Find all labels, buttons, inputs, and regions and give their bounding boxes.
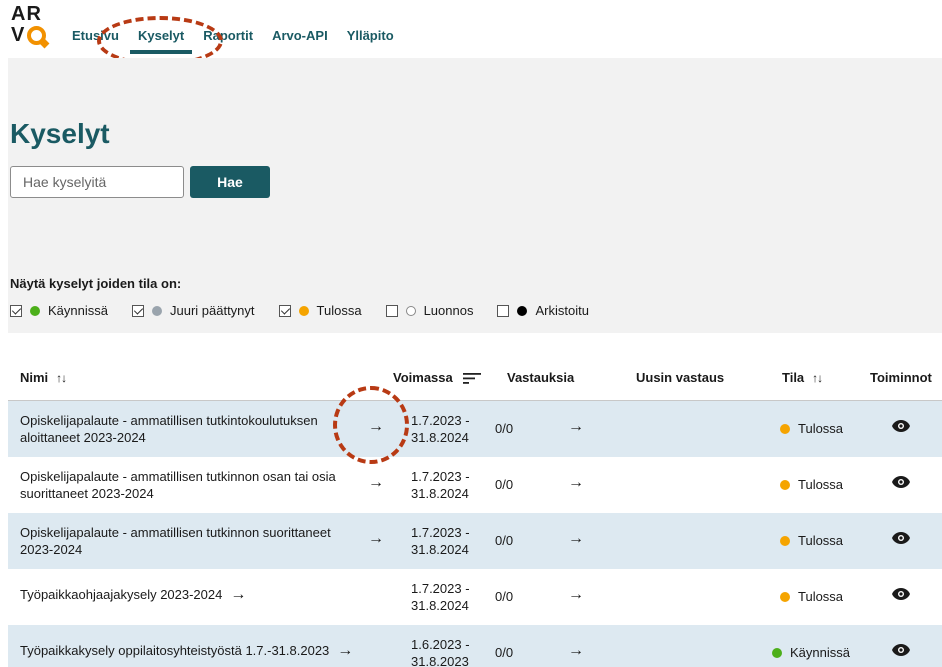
nav-etusivu[interactable]: Etusivu — [72, 28, 119, 43]
row-name-link[interactable]: Opiskelijapalaute - ammatillisen tutkinn… — [20, 468, 350, 502]
filter-label: Luonnos — [423, 303, 474, 318]
header-status-label: Tila — [782, 370, 805, 385]
table-row: Työpaikkaohjaajakysely 2023-2024 → 1.7.20… — [8, 569, 942, 625]
status-badge: Tulossa — [780, 533, 843, 548]
eye-icon[interactable] — [892, 476, 910, 491]
filter-kaynnissa[interactable]: Käynnissä — [10, 303, 108, 318]
status-dot-icon — [772, 647, 782, 658]
row-name-link[interactable]: Työpaikkaohjaajakysely 2023-2024 → — [20, 586, 246, 603]
status-badge: Tulossa — [780, 477, 843, 492]
sort-icon[interactable]: ↑↓ — [812, 371, 823, 385]
main-nav: Etusivu Kyselyt Raportit Arvo-API Ylläpi… — [72, 28, 413, 54]
arrow-right-icon[interactable]: → — [368, 418, 384, 436]
checkbox[interactable] — [497, 304, 510, 317]
filter-luonnos[interactable]: Luonnos — [385, 303, 474, 318]
arrow-right-icon[interactable]: → — [368, 530, 384, 548]
logo-o-icon — [27, 26, 46, 45]
filter-label: Käynnissä — [48, 303, 108, 318]
arvo-logo[interactable]: AR V — [11, 4, 51, 48]
row-date: 1.7.2023 -31.8.2024 — [411, 525, 470, 557]
eye-icon[interactable] — [892, 420, 910, 435]
table-row: Opiskelijapalaute - ammatillisen tutkinn… — [8, 513, 942, 569]
header-actions: Toiminnot — [870, 370, 932, 385]
row-date: 1.7.2023 -31.8.2024 — [411, 581, 470, 613]
row-name-link[interactable]: Opiskelijapalaute - ammatillisen tutkinn… — [20, 524, 350, 558]
nav-yllapito[interactable]: Ylläpito — [347, 28, 394, 43]
filter-arkistoitu[interactable]: Arkistoitu — [497, 303, 589, 318]
status-dot-icon — [780, 423, 790, 434]
arrow-right-icon[interactable]: → — [230, 586, 246, 603]
table-row: Opiskelijapalaute - ammatillisen tutkint… — [8, 401, 942, 457]
header-responses: Vastauksia — [507, 370, 575, 385]
logo-text-v: V — [11, 24, 25, 46]
row-responses: 0/0 — [495, 589, 514, 604]
row-name-link[interactable]: Työpaikkakysely oppilaitosyhteistyöstä 1… — [20, 642, 353, 659]
status-dot-icon — [405, 305, 416, 316]
logo-text: AR — [11, 3, 42, 25]
status-dot-icon — [780, 591, 790, 602]
arrow-right-icon[interactable]: → — [337, 642, 353, 659]
header-name[interactable]: Nimi ↑↓ — [20, 370, 67, 385]
arrow-right-icon[interactable]: → — [568, 530, 584, 548]
nav-arvo-api[interactable]: Arvo-API — [272, 28, 328, 43]
eye-icon[interactable] — [892, 588, 910, 603]
filter-juuri-paattynyt[interactable]: Juuri päättynyt — [131, 303, 255, 318]
eye-icon[interactable] — [892, 644, 910, 659]
table-row: Työpaikkakysely oppilaitosyhteistyöstä 1… — [8, 625, 942, 667]
eye-icon[interactable] — [892, 532, 910, 547]
checkbox[interactable] — [278, 304, 291, 317]
status-badge: Tulossa — [780, 421, 843, 436]
row-date: 1.7.2023 -31.8.2024 — [411, 413, 470, 445]
filter-tulossa[interactable]: Tulossa — [278, 303, 362, 318]
status-dot-icon — [30, 305, 40, 316]
search-button[interactable]: Hae — [190, 166, 270, 198]
arrow-right-icon[interactable]: → — [568, 586, 584, 604]
sort-icon[interactable]: ↑↓ — [56, 371, 67, 385]
row-date: 1.7.2023 -31.8.2024 — [411, 469, 470, 501]
filter-label: Arkistoitu — [535, 303, 589, 318]
row-responses: 0/0 — [495, 533, 514, 548]
arrow-right-icon[interactable]: → — [568, 474, 584, 492]
arrow-right-icon[interactable]: → — [568, 642, 584, 660]
filter-label: Tulossa — [316, 303, 362, 318]
header-latest: Uusin vastaus — [636, 370, 725, 385]
search-input[interactable] — [10, 166, 184, 198]
row-responses: 0/0 — [495, 645, 514, 660]
status-dot-icon — [780, 479, 790, 490]
app-header: AR V Etusivu Kyselyt Raportit Arvo-API Y… — [0, 0, 942, 56]
header-name-label: Nimi — [20, 370, 49, 385]
status-dot-icon — [780, 535, 790, 546]
sort-lines-icon[interactable] — [462, 372, 481, 384]
checkbox[interactable] — [385, 304, 398, 317]
header-valid[interactable]: Voimassa — [393, 370, 481, 385]
nav-kyselyt[interactable]: Kyselyt — [129, 28, 193, 54]
arrow-right-icon[interactable]: → — [368, 474, 384, 492]
checkbox[interactable] — [131, 304, 144, 317]
row-responses: 0/0 — [495, 421, 514, 436]
row-responses: 0/0 — [495, 477, 514, 492]
status-dot-icon — [517, 305, 528, 316]
status-badge: Tulossa — [780, 589, 843, 604]
status-badge: Käynnissä — [772, 645, 850, 660]
status-dot-icon — [151, 305, 162, 316]
checkbox[interactable] — [10, 304, 22, 317]
header-status[interactable]: Tila ↑↓ — [782, 370, 823, 385]
arrow-right-icon[interactable]: → — [568, 418, 584, 436]
status-dot-icon — [298, 305, 309, 316]
row-date: 1.6.2023 -31.8.2023 — [411, 637, 470, 667]
filter-label: Juuri päättynyt — [169, 303, 255, 318]
nav-raportit[interactable]: Raportit — [203, 28, 253, 43]
filter-title: Näytä kyselyt joiden tila on: — [10, 276, 182, 291]
status-filters: Käynnissä Juuri päättynyt Tulossa Luonno… — [10, 303, 613, 318]
page-title: Kyselyt — [10, 118, 110, 149]
header-valid-label: Voimassa — [393, 370, 453, 385]
row-name-link[interactable]: Opiskelijapalaute - ammatillisen tutkint… — [20, 412, 350, 446]
table-row: Opiskelijapalaute - ammatillisen tutkinn… — [8, 457, 942, 513]
table-header: Nimi ↑↓ Voimassa Vastauksia Uusin vastau… — [8, 358, 942, 400]
